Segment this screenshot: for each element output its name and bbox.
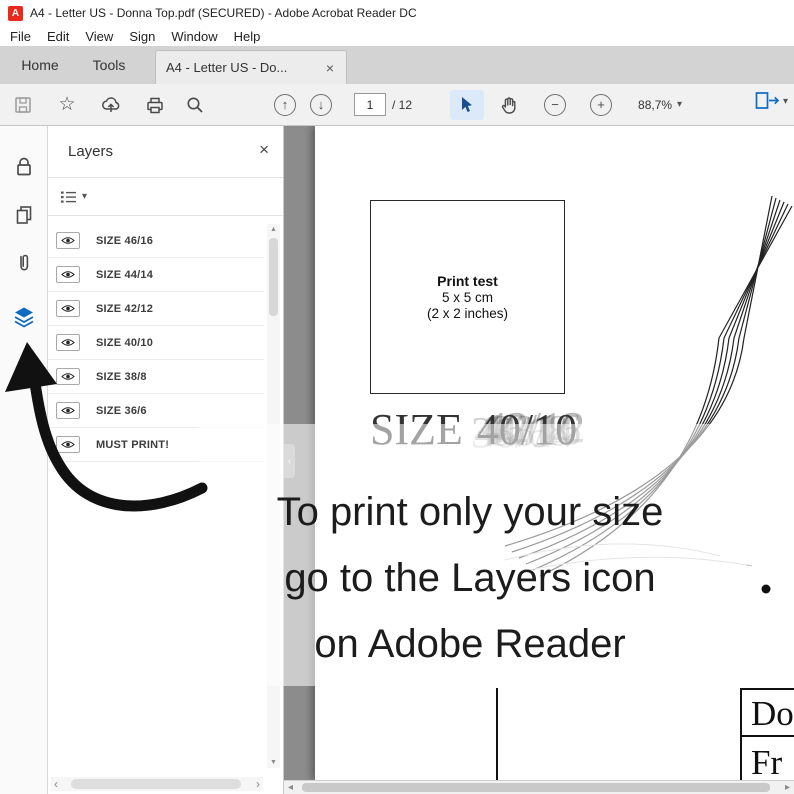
page-count-label: / 12 <box>392 97 413 112</box>
eye-icon <box>61 237 75 244</box>
tab-home[interactable]: Home <box>10 46 70 84</box>
menu-view[interactable]: View <box>77 29 121 44</box>
layers-panel-title: Layers <box>68 143 114 160</box>
menu-edit[interactable]: Edit <box>39 29 77 44</box>
zoom-out-button[interactable]: − <box>538 90 572 120</box>
scrollbar-thumb[interactable] <box>302 783 770 792</box>
tab-close-icon[interactable]: × <box>324 60 336 76</box>
layer-visibility-toggle[interactable] <box>56 300 80 317</box>
next-page-button[interactable]: ↓ <box>304 90 338 120</box>
layer-visibility-toggle[interactable] <box>56 232 80 249</box>
layers-options-row: ▾ <box>48 178 283 216</box>
hand-icon <box>501 96 516 114</box>
menu-file[interactable]: File <box>2 29 39 44</box>
layers-icon <box>14 307 33 328</box>
scroll-left-icon[interactable]: ◂ <box>288 782 293 793</box>
tab-document[interactable]: A4 - Letter US - Do... × <box>155 50 347 84</box>
tab-bar: Home Tools A4 - Letter US - Do... × <box>0 46 794 84</box>
security-settings-button[interactable] <box>7 152 41 182</box>
menu-help[interactable]: Help <box>226 29 269 44</box>
lock-icon <box>16 157 31 176</box>
layers-panel-header: Layers × <box>48 126 283 178</box>
pattern-dot <box>761 584 771 594</box>
layer-name: SIZE 44/14 <box>96 268 154 281</box>
chevron-down-icon: ▾ <box>677 99 683 110</box>
menu-window[interactable]: Window <box>163 29 225 44</box>
layer-row[interactable]: SIZE 44/14 <box>48 258 264 292</box>
cursor-arrow-icon <box>462 96 473 112</box>
tab-document-label: A4 - Letter US - Do... <box>166 60 288 75</box>
star-icon: ☆ <box>58 94 76 115</box>
menu-bar: File Edit View Sign Window Help <box>0 26 794 46</box>
layers-panel-button[interactable] <box>7 302 41 332</box>
panel-horizontal-scrollbar[interactable]: ‹ › <box>51 777 263 791</box>
scrollbar-thumb[interactable] <box>269 238 278 316</box>
find-button[interactable] <box>178 90 212 120</box>
adobe-acrobat-icon: A <box>8 5 23 21</box>
annotation-line-3: on Adobe Reader <box>314 622 626 666</box>
arrowhead <box>5 342 57 392</box>
chevron-down-icon: ▾ <box>782 95 788 107</box>
scroll-right-icon[interactable]: › <box>256 778 260 790</box>
annotation-line-2: go to the Layers icon <box>284 556 656 600</box>
select-tool-button[interactable] <box>450 89 485 120</box>
corner-text-do: Do <box>742 690 794 737</box>
corner-text-fr: Fr <box>751 743 783 780</box>
cloud-upload-icon <box>102 96 120 112</box>
hand-drawn-arrow <box>5 342 208 512</box>
printer-icon <box>147 97 163 113</box>
page-number-input[interactable]: 1 <box>354 93 386 116</box>
minus-circle-icon: − <box>544 93 567 116</box>
eye-icon <box>61 271 75 278</box>
print-button[interactable] <box>138 90 172 120</box>
layer-visibility-toggle[interactable] <box>56 266 80 283</box>
document-horizontal-scrollbar[interactable]: ◂ ▸ <box>284 780 794 794</box>
pattern-corner-label-box: Do Fr <box>740 688 794 780</box>
paperclip-icon <box>19 254 28 271</box>
attachments-button[interactable] <box>7 248 41 278</box>
magnifier-icon <box>187 97 203 113</box>
annotation-text: To print only your size go to the Layers… <box>190 479 750 677</box>
zoom-level-dropdown[interactable]: 88,7% ▾ <box>638 98 682 112</box>
panel-close-icon[interactable]: × <box>259 140 269 160</box>
scroll-left-icon[interactable]: ‹ <box>54 778 58 790</box>
title-bar: A A4 - Letter US - Donna Top.pdf (SECURE… <box>0 0 794 26</box>
zoom-in-button[interactable]: + <box>584 90 618 120</box>
layer-row[interactable]: SIZE 42/12 <box>48 292 264 326</box>
save-icon <box>15 96 31 113</box>
main-toolbar: ☆ ↑ ↓ 1 / 12 − + 88,7% ▾ ▾ <box>0 84 794 126</box>
pages-icon <box>16 206 31 224</box>
layer-name: SIZE 42/12 <box>96 302 154 315</box>
page-thumbnails-button[interactable] <box>7 200 41 230</box>
layer-name: SIZE 46/16 <box>96 234 154 247</box>
pattern-vertical-line <box>496 688 498 780</box>
hand-tool-button[interactable] <box>492 90 526 120</box>
scroll-right-icon[interactable]: ▸ <box>785 782 790 793</box>
plus-circle-icon: + <box>590 93 613 116</box>
arrow-up-circle-icon: ↑ <box>274 93 296 116</box>
options-list-icon[interactable] <box>60 190 78 204</box>
scrollbar-thumb[interactable] <box>71 779 241 789</box>
arrow-down-circle-icon: ↓ <box>310 93 332 116</box>
zoom-level-value: 88,7% <box>638 97 673 112</box>
save-button[interactable] <box>6 90 40 120</box>
window-title: A4 - Letter US - Donna Top.pdf (SECURED)… <box>30 6 417 20</box>
scroll-down-icon[interactable]: ▼ <box>267 759 280 766</box>
favorite-button[interactable]: ☆ <box>50 90 84 120</box>
acrobat-window: A A4 - Letter US - Donna Top.pdf (SECURE… <box>0 0 794 794</box>
scroll-up-icon[interactable]: ▲ <box>267 226 280 233</box>
eye-icon <box>61 305 75 312</box>
share-cloud-button[interactable] <box>94 90 128 120</box>
annotation-line-1: To print only your size <box>276 490 664 534</box>
page-scrolling-icon <box>755 92 780 109</box>
layer-row[interactable]: SIZE 46/16 <box>48 224 264 258</box>
menu-sign[interactable]: Sign <box>121 29 163 44</box>
chevron-down-icon[interactable]: ▾ <box>82 191 87 202</box>
tab-tools[interactable]: Tools <box>78 46 140 84</box>
previous-page-button[interactable]: ↑ <box>268 90 302 120</box>
page-display-dropdown[interactable]: ▾ <box>754 90 788 112</box>
